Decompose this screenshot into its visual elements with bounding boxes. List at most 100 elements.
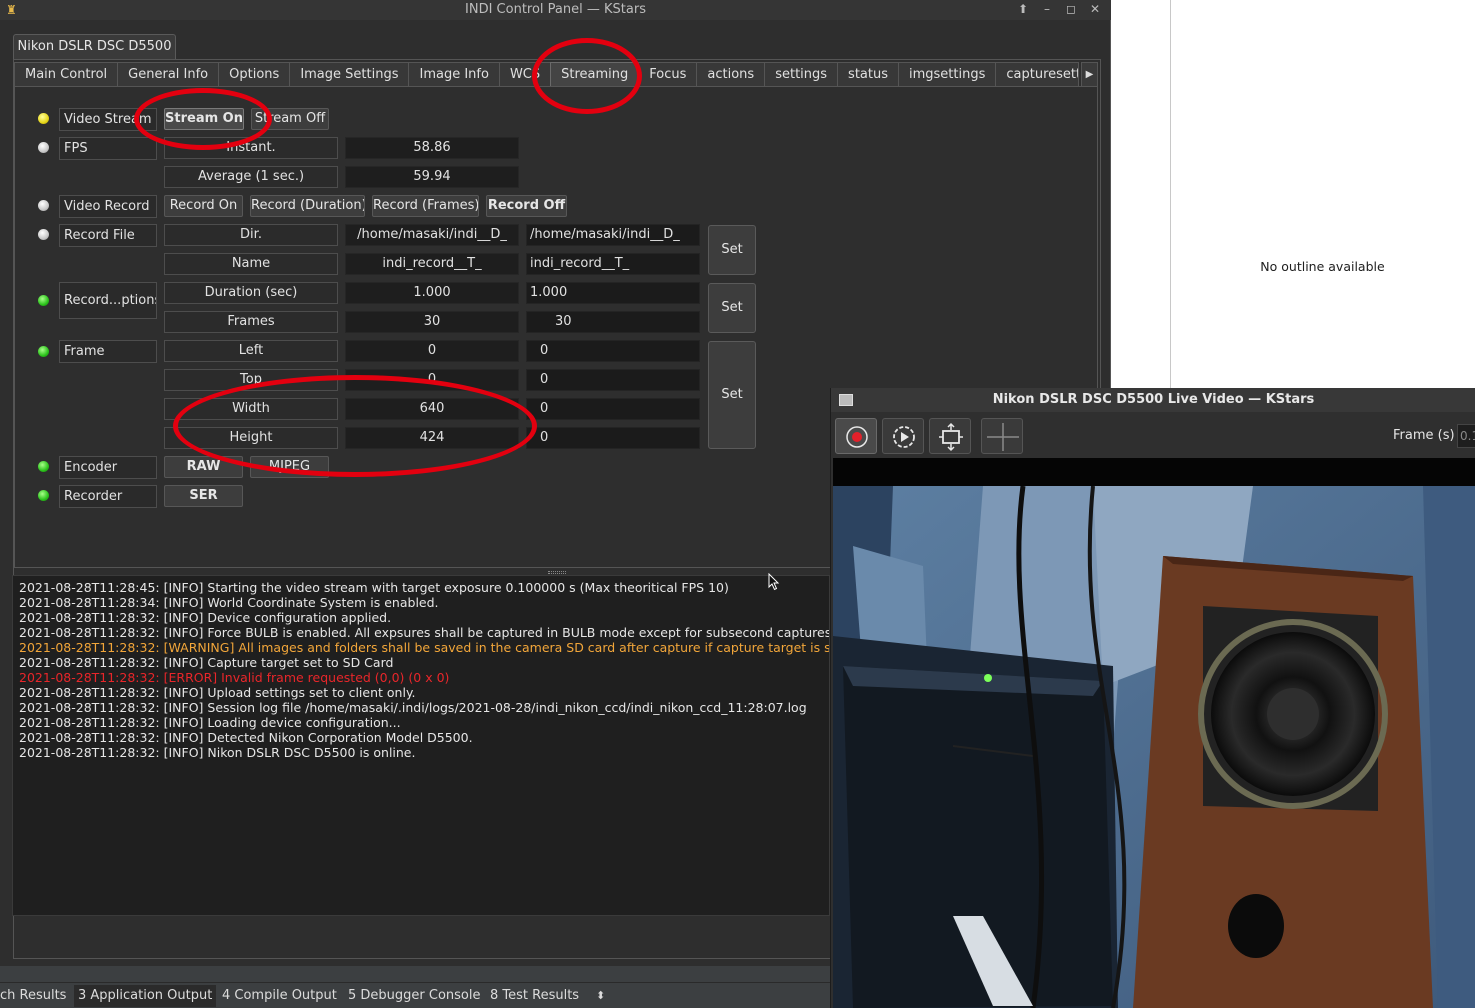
record-file-label: Record File	[59, 224, 157, 247]
record-off-button[interactable]: Record Off	[486, 195, 567, 217]
tab-scroll-right-icon[interactable]: ▶	[1081, 62, 1098, 87]
tab-options[interactable]: Options	[218, 62, 291, 87]
output-tab-debugger-console[interactable]: 5 Debugger Console	[348, 988, 481, 1003]
tab-settings[interactable]: settings	[764, 62, 839, 87]
minimize-icon[interactable]: –	[1039, 1, 1055, 17]
tab-streaming[interactable]: Streaming	[550, 62, 640, 87]
stream-on-button[interactable]: Stream On	[164, 108, 244, 130]
panel-divider	[1170, 0, 1171, 390]
record-frames-value: 30	[345, 311, 519, 333]
record-options-set-button[interactable]: Set	[708, 283, 756, 333]
encoder-status-led	[38, 461, 49, 472]
frame-top-label: Top	[164, 369, 338, 391]
fit-window-button[interactable]	[929, 418, 971, 454]
record-duration-button[interactable]: Record (Duration)	[250, 195, 365, 217]
log-line: 2021-08-28T11:28:32: [INFO] Capture targ…	[19, 655, 394, 670]
record-frames-button[interactable]: Record (Frames)	[372, 195, 479, 217]
frame-width-label: Width	[164, 398, 338, 420]
fps-average-label: Average (1 sec.)	[164, 166, 338, 188]
record-toggle-button[interactable]	[835, 418, 877, 454]
video-record-label: Video Record	[59, 195, 157, 218]
frame-width-input[interactable]: 0	[526, 398, 700, 420]
frame-top-input[interactable]: 0	[526, 369, 700, 391]
live-video-title: Nikon DSLR DSC D5500 Live Video — KStars	[992, 392, 1315, 407]
recorder-status-led	[38, 490, 49, 501]
video-stream-label: Video Stream	[59, 108, 157, 131]
record-dir-input[interactable]: /home/masaki/indi__D_	[526, 224, 700, 246]
mouse-cursor-icon	[768, 573, 780, 591]
frame-label: Frame	[59, 340, 157, 363]
record-duration-input[interactable]: 1.000	[526, 282, 700, 304]
record-file-status-led	[38, 229, 49, 240]
window-title: INDI Control Panel — KStars	[465, 2, 646, 17]
tab-capturesettings[interactable]: capturesetti	[995, 62, 1080, 87]
log-line: 2021-08-28T11:28:45: [INFO] Starting the…	[19, 580, 729, 595]
frame-left-input[interactable]: 0	[526, 340, 700, 362]
live-video-frame	[833, 486, 1475, 1008]
live-video-titlebar: Nikon DSLR DSC D5500 Live Video — KStars	[831, 388, 1475, 412]
output-tab-search-results[interactable]: ch Results	[0, 988, 66, 1003]
tab-wcs[interactable]: WCS	[498, 62, 552, 87]
frame-top-value: 0	[345, 369, 519, 391]
frame-left-label: Left	[164, 340, 338, 362]
record-duration-value: 1.000	[345, 282, 519, 304]
indi-titlebar: ♜ INDI Control Panel — KStars ⬆ – ◻ ✕	[0, 0, 1111, 20]
close-icon[interactable]: ✕	[1087, 1, 1103, 17]
fps-average-value: 59.94	[345, 166, 519, 188]
splitter-handle[interactable]	[548, 571, 566, 574]
record-on-button[interactable]: Record On	[164, 195, 243, 217]
log-line: 2021-08-28T11:28:32: [INFO] Session log …	[19, 700, 807, 715]
log-line-error: 2021-08-28T11:28:32: [ERROR] Invalid fra…	[19, 670, 450, 685]
live-video-window: Nikon DSLR DSC D5500 Live Video — KStars…	[830, 388, 1475, 1008]
record-duration-label: Duration (sec)	[164, 282, 338, 304]
message-log[interactable]: 2021-08-28T11:28:45: [INFO] Starting the…	[12, 575, 830, 916]
tab-main-control[interactable]: Main Control	[14, 62, 119, 87]
output-tab-application-output[interactable]: 3 Application Output	[74, 985, 217, 1007]
record-name-input[interactable]: indi_record__T_	[526, 253, 700, 275]
log-line: 2021-08-28T11:28:32: [INFO] Force BULB i…	[19, 625, 830, 640]
outline-panel: No outline available	[1111, 0, 1475, 390]
device-tab[interactable]: Nikon DSLR DSC D5500	[13, 34, 176, 60]
stream-off-button[interactable]: Stream Off	[251, 108, 329, 130]
frame-duration-input[interactable]: 0.1	[1457, 424, 1475, 448]
record-file-set-button[interactable]: Set	[708, 225, 756, 275]
record-options-icon	[893, 426, 915, 448]
output-tab-test-results[interactable]: 8 Test Results	[490, 988, 579, 1003]
log-line: 2021-08-28T11:28:32: [INFO] Detected Nik…	[19, 730, 473, 745]
record-options-button[interactable]	[882, 418, 924, 454]
frame-height-input[interactable]: 0	[526, 427, 700, 449]
video-letterbox	[833, 458, 1475, 486]
more-panes-icon[interactable]: ⬍	[596, 989, 605, 1002]
tab-image-info[interactable]: Image Info	[408, 62, 500, 87]
maximize-icon[interactable]: ◻	[1063, 1, 1079, 17]
keep-above-icon[interactable]: ⬆	[1015, 1, 1031, 17]
log-line: 2021-08-28T11:28:34: [INFO] World Coordi…	[19, 595, 439, 610]
output-tab-compile-output[interactable]: 4 Compile Output	[222, 988, 337, 1003]
tab-status[interactable]: status	[837, 62, 899, 87]
record-options-status-led	[38, 295, 49, 306]
record-frames-label: Frames	[164, 311, 338, 333]
crosshair-button[interactable]	[981, 418, 1023, 454]
outline-empty-text: No outline available	[1260, 259, 1385, 274]
record-options-label: Record...ptions	[59, 282, 157, 319]
fps-status-led	[38, 142, 49, 153]
tab-imgsettings[interactable]: imgsettings	[898, 62, 997, 87]
tab-general-info[interactable]: General Info	[117, 62, 220, 87]
frame-status-led	[38, 346, 49, 357]
log-line: 2021-08-28T11:28:32: [INFO] Loading devi…	[19, 715, 401, 730]
record-name-label: Name	[164, 253, 338, 275]
recorder-ser-button[interactable]: SER	[164, 485, 243, 507]
record-dir-value: /home/masaki/indi__D_	[345, 224, 519, 246]
record-name-value: indi_record__T_	[345, 253, 519, 275]
tab-image-settings[interactable]: Image Settings	[289, 62, 410, 87]
property-tabs: Main Control General Info Options Image …	[14, 62, 1080, 87]
record-frames-input[interactable]: 30	[526, 311, 700, 333]
fit-window-icon	[939, 422, 963, 452]
tab-focus[interactable]: Focus	[638, 62, 698, 87]
encoder-raw-button[interactable]: RAW	[164, 456, 243, 478]
frame-set-button[interactable]: Set	[708, 341, 756, 449]
tab-actions[interactable]: actions	[696, 62, 766, 87]
encoder-mjpeg-button[interactable]: MJPEG	[250, 456, 329, 478]
encoder-label: Encoder	[59, 456, 157, 479]
log-line: 2021-08-28T11:28:32: [INFO] Nikon DSLR D…	[19, 745, 416, 760]
